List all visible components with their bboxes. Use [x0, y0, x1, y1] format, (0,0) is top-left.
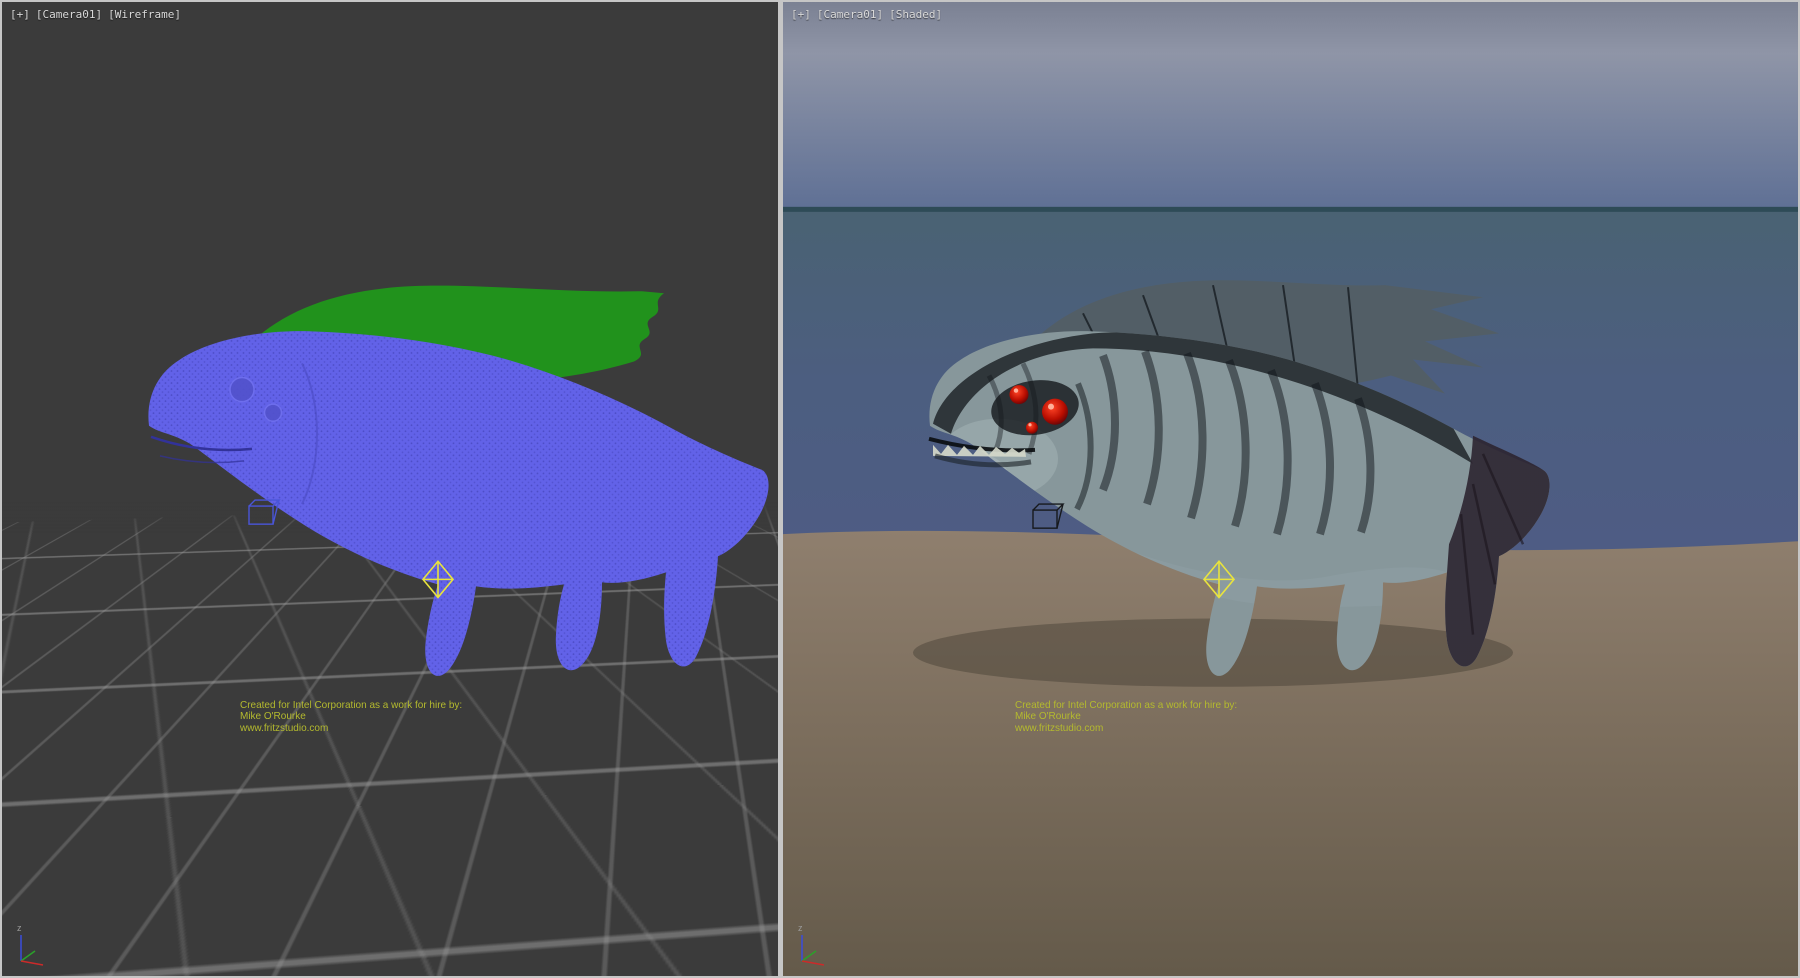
axis-y-line	[802, 951, 816, 961]
world-axis-gizmo: z	[12, 920, 58, 970]
viewport-workspace: [+] [Camera01] [Wireframe]	[0, 0, 1800, 978]
credit-line-3: www.fritzstudio.com	[1014, 723, 1103, 734]
eye-highlight	[1048, 404, 1054, 410]
axis-z-label: z	[17, 923, 22, 933]
scene-shaded[interactable]: Created for Intel Corporation as a work …	[783, 2, 1798, 976]
axis-y-line	[21, 951, 35, 961]
viewport-camera-label[interactable]: [Camera01]	[817, 8, 883, 21]
credit-text: Created for Intel Corporation as a work …	[239, 700, 462, 734]
sand-ground	[783, 531, 1798, 976]
sky	[783, 2, 1798, 209]
credit-line-2: Mike O'Rourke	[1015, 711, 1081, 722]
eye-medium	[1010, 385, 1029, 404]
eye	[265, 404, 282, 421]
viewport-shading-label[interactable]: [Wireframe]	[108, 8, 181, 21]
viewport-label: [+] [Camera01] [Wireframe]	[10, 8, 181, 21]
fish-model-wireframe[interactable]	[148, 286, 768, 676]
eye-small	[1026, 422, 1038, 434]
credit-line-2: Mike O'Rourke	[240, 711, 306, 722]
viewport-menu-button[interactable]: [+]	[10, 8, 30, 21]
credit-line-1: Created for Intel Corporation as a work …	[1015, 700, 1237, 711]
viewport-shading-label[interactable]: [Shaded]	[889, 8, 942, 21]
eye-highlight	[1014, 388, 1018, 392]
credit-line-1: Created for Intel Corporation as a work …	[240, 700, 462, 711]
viewport-label: [+] [Camera01] [Shaded]	[791, 8, 942, 21]
eye-highlight	[1028, 423, 1031, 426]
scene-wireframe[interactable]: Created for Intel Corporation as a work …	[2, 2, 778, 976]
credit-line-3: www.fritzstudio.com	[239, 723, 328, 734]
viewport-camera-label[interactable]: [Camera01]	[36, 8, 102, 21]
eye-large	[1042, 399, 1068, 425]
axis-z-label: z	[798, 923, 803, 933]
world-axis-gizmo: z	[793, 920, 839, 970]
axis-x-line	[21, 961, 43, 965]
viewport-wireframe[interactable]: [+] [Camera01] [Wireframe]	[2, 2, 778, 976]
axis-x-line	[802, 961, 824, 965]
eye	[230, 378, 254, 402]
viewport-shaded[interactable]: [+] [Camera01] [Shaded]	[783, 2, 1798, 976]
viewport-menu-button[interactable]: [+]	[791, 8, 811, 21]
